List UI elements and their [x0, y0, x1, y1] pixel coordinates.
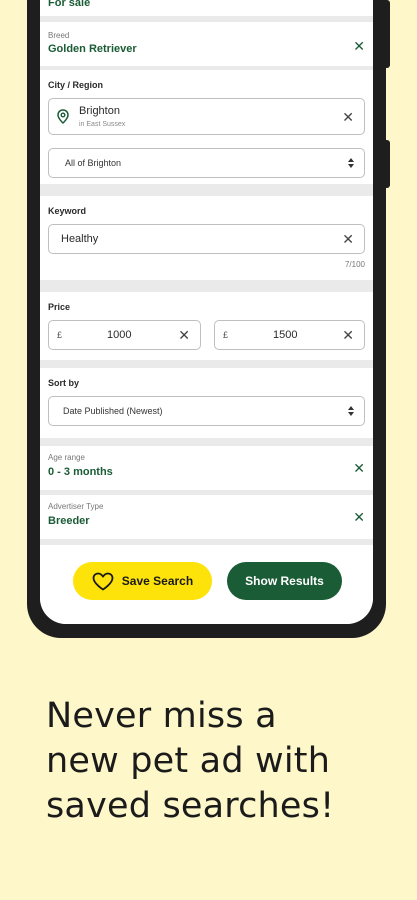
tagline-line-2: new pet ad with	[46, 741, 331, 781]
price-card: Price £ 1000 ✕ £ 1500 ✕	[40, 292, 373, 360]
sort-select[interactable]: Date Published (Newest)	[48, 396, 365, 426]
breed-label: Breed	[48, 31, 70, 40]
sort-card: Sort by Date Published (Newest)	[40, 368, 373, 438]
age-card[interactable]: Age range 0 - 3 months ✕	[40, 446, 373, 490]
price-min-clear-icon[interactable]: ✕	[178, 328, 190, 342]
area-select[interactable]: All of Brighton	[48, 148, 365, 178]
select-arrows-icon	[348, 158, 354, 168]
tagline-line-3: saved searches!	[46, 786, 335, 826]
keyword-label: Keyword	[48, 206, 87, 216]
heart-icon	[92, 572, 114, 590]
city-label: City / Region	[48, 80, 104, 90]
advertiser-value: Breeder	[48, 515, 90, 527]
phone-screen: For sale Breed Golden Retriever ✕ City /…	[40, 0, 373, 624]
city-card: City / Region Brighton in East Sussex ✕ …	[40, 70, 373, 184]
price-max-clear-icon[interactable]: ✕	[342, 328, 354, 342]
city-subtext: in East Sussex	[79, 121, 126, 128]
age-value: 0 - 3 months	[48, 466, 113, 478]
keyword-value: Healthy	[61, 233, 99, 245]
currency-symbol: £	[223, 330, 229, 340]
phone-side-button	[385, 140, 390, 188]
city-clear-icon[interactable]: ✕	[342, 110, 354, 124]
save-search-button[interactable]: Save Search	[73, 562, 212, 600]
advertiser-card[interactable]: Advertiser Type Breeder ✕	[40, 495, 373, 539]
breed-value: Golden Retriever	[48, 43, 137, 55]
currency-symbol: £	[57, 330, 63, 340]
select-arrows-icon	[348, 406, 354, 416]
keyword-input[interactable]: Healthy ✕	[48, 224, 365, 254]
advertiser-clear-icon[interactable]: ✕	[353, 510, 365, 524]
price-max-value: 1500	[273, 329, 298, 341]
tagline-line-1: Never miss a	[46, 696, 277, 736]
sort-label: Sort by	[48, 378, 80, 388]
price-min-input[interactable]: £ 1000 ✕	[48, 320, 201, 350]
phone-side-button	[385, 0, 390, 68]
price-min-value: 1000	[107, 329, 132, 341]
phone-frame: For sale Breed Golden Retriever ✕ City /…	[27, 0, 390, 638]
area-select-value: All of Brighton	[65, 158, 122, 168]
age-clear-icon[interactable]: ✕	[353, 461, 365, 475]
age-label: Age range	[48, 453, 85, 462]
city-input[interactable]: Brighton in East Sussex ✕	[48, 98, 365, 135]
price-max-input[interactable]: £ 1500 ✕	[214, 320, 365, 350]
advertiser-label: Advertiser Type	[48, 502, 104, 511]
sort-select-value: Date Published (Newest)	[63, 406, 163, 416]
breed-clear-icon[interactable]: ✕	[353, 39, 365, 53]
keyword-card: Keyword Healthy ✕ 7/100	[40, 196, 373, 280]
promo-tagline: Never miss a new pet ad with saved searc…	[46, 694, 386, 829]
show-results-button[interactable]: Show Results	[227, 562, 342, 600]
city-value: Brighton	[79, 105, 120, 117]
location-pin-icon	[57, 109, 69, 124]
breed-card[interactable]: Breed Golden Retriever ✕	[40, 22, 373, 66]
price-label: Price	[48, 302, 71, 312]
keyword-clear-icon[interactable]: ✕	[342, 232, 354, 246]
save-search-label: Save Search	[121, 574, 194, 588]
category-card[interactable]: For sale	[40, 0, 373, 16]
keyword-counter: 7/100	[344, 260, 365, 269]
show-results-label: Show Results	[245, 574, 324, 588]
category-value: For sale	[48, 0, 91, 9]
